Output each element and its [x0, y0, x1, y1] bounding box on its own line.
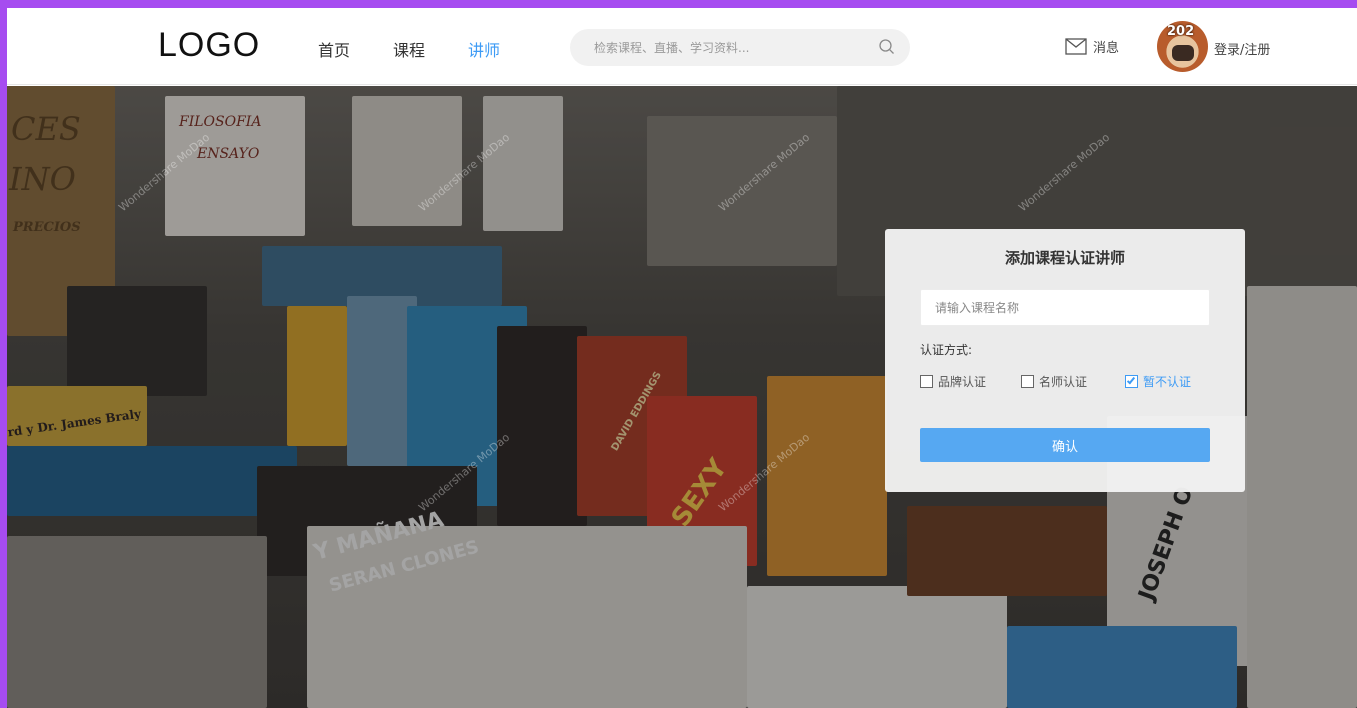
search-box — [570, 29, 910, 66]
messages-label: 消息 — [1093, 41, 1120, 56]
option-label: 名师认证 — [1039, 375, 1088, 389]
search-icon[interactable] — [877, 37, 897, 57]
avatar-badge: 202 — [1167, 24, 1195, 39]
login-register-link[interactable]: 登录/注册 — [1214, 39, 1270, 58]
top-header: LOGO 首页 课程 讲师 消息 202 登录/注册 — [7, 8, 1357, 85]
option-brand-certification[interactable]: 品牌认证 — [920, 373, 986, 390]
course-name-input[interactable] — [920, 289, 1210, 326]
avatar[interactable]: 202 — [1157, 21, 1208, 72]
checkbox-checked[interactable] — [1125, 375, 1138, 388]
messages-link[interactable]: 消息 — [1065, 37, 1119, 56]
nav-home[interactable]: 首页 — [318, 37, 350, 61]
checkbox[interactable] — [920, 375, 933, 388]
checkbox[interactable] — [1021, 375, 1034, 388]
option-teacher-certification[interactable]: 名师认证 — [1021, 373, 1087, 390]
card-title: 添加课程认证讲师 — [1004, 249, 1125, 267]
check-icon — [1126, 375, 1136, 385]
option-label: 品牌认证 — [938, 375, 987, 389]
nav-teachers[interactable]: 讲师 — [468, 37, 500, 61]
option-label: 暂不认证 — [1143, 375, 1192, 389]
mail-icon — [1065, 38, 1087, 55]
confirm-button[interactable]: 确认 — [920, 428, 1210, 462]
option-no-certification[interactable]: 暂不认证 — [1125, 373, 1191, 390]
nav-courses[interactable]: 课程 — [393, 37, 425, 61]
search-input[interactable] — [594, 29, 864, 66]
app-frame: LOGO 首页 课程 讲师 消息 202 登录/注册 CES I — [7, 8, 1357, 708]
teacher-certification-card: 添加课程认证讲师 认证方式: 品牌认证 名师认证 暂不认证 确认 — [885, 229, 1245, 492]
avatar-face — [1172, 45, 1194, 61]
logo[interactable]: LOGO — [158, 26, 260, 65]
certification-method-label: 认证方式: — [920, 343, 973, 357]
